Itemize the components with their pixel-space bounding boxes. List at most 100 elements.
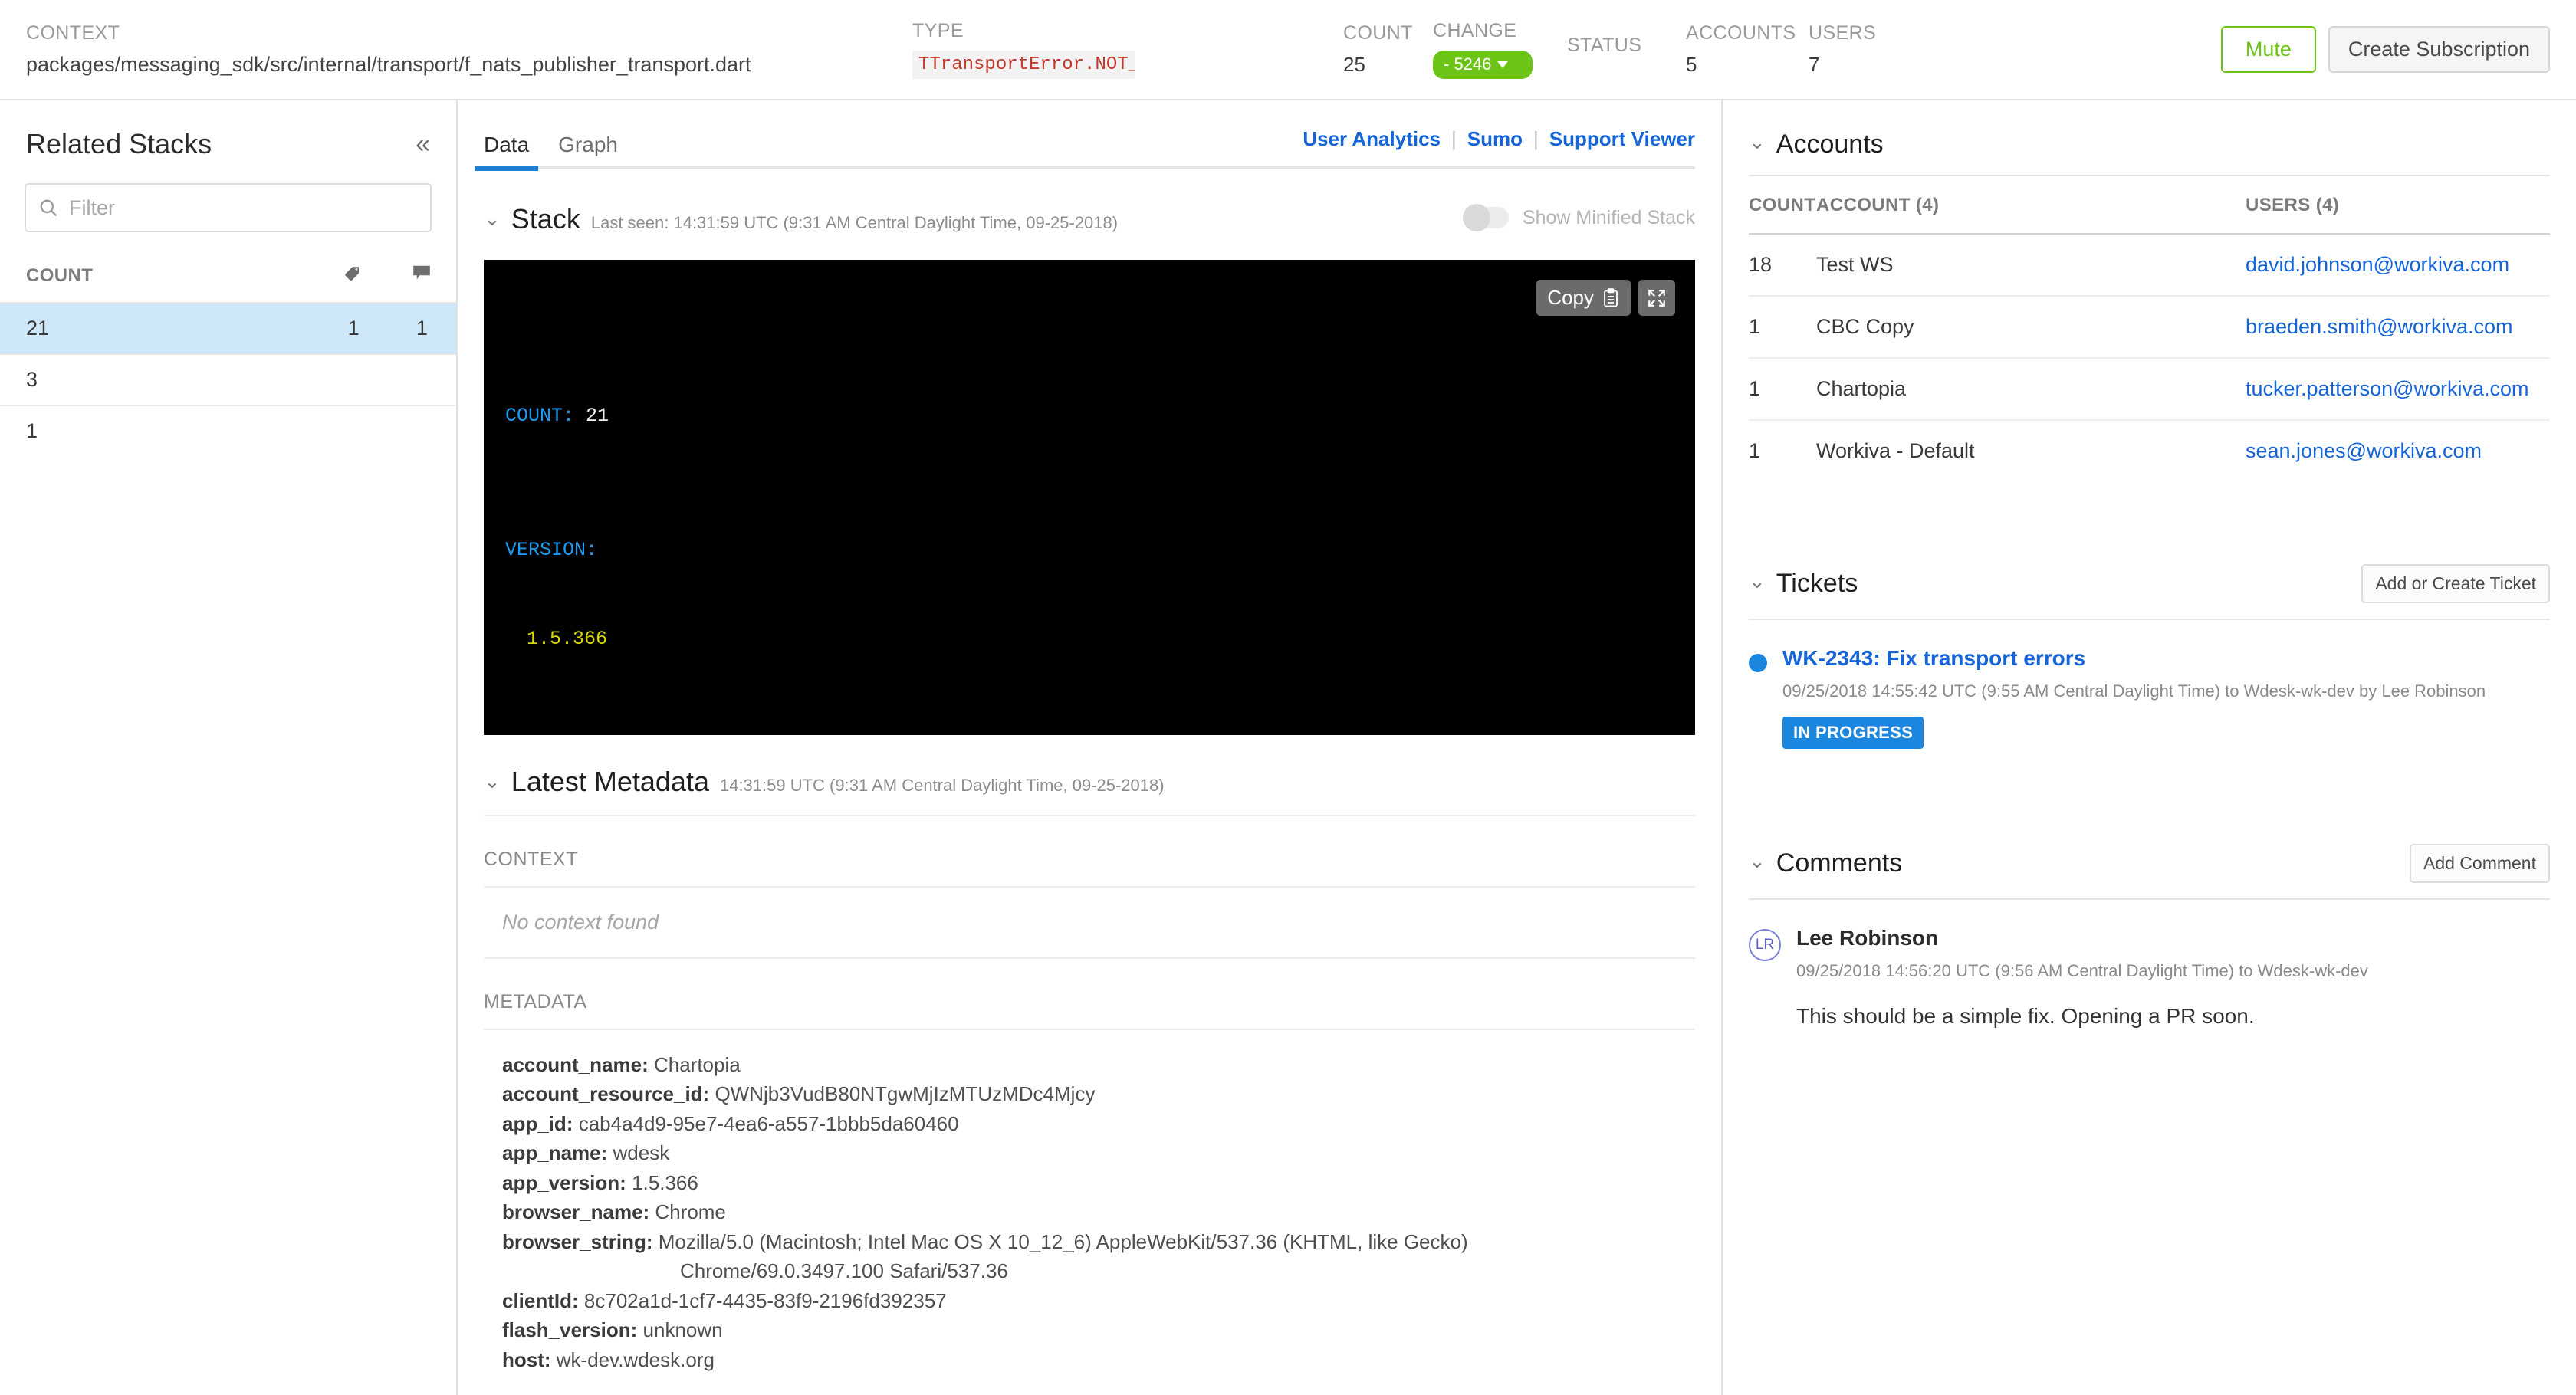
metadata-value: wk-dev.wdesk.org [556, 1347, 715, 1371]
context-subsection-label: CONTEXT [484, 848, 578, 870]
right-panel: ⌄ Accounts COUNT ACCOUNT (4) USERS (4) 1… [1723, 100, 2576, 1395]
related-stacks-table: COUNT 21 1 1 3 1 [0, 263, 456, 456]
link-support-viewer[interactable]: Support Viewer [1549, 127, 1695, 151]
row-tags [319, 405, 388, 456]
chevron-down-icon[interactable]: ⌄ [1749, 851, 1766, 871]
count-value: 25 [1343, 53, 1365, 76]
link-user-analytics[interactable]: User Analytics [1303, 127, 1441, 151]
user-email-link[interactable]: sean.jones@workiva.com [2246, 439, 2482, 462]
metadata-value: Mozilla/5.0 (Macintosh; Intel Mac OS X 1… [658, 1229, 1468, 1253]
terminal-count-key: COUNT: [505, 405, 575, 427]
filter-box[interactable] [25, 183, 432, 232]
user-email-link[interactable]: tucker.patterson@workiva.com [2246, 377, 2529, 400]
column-header-comments[interactable] [388, 263, 456, 303]
chevron-double-left-icon[interactable]: « [416, 131, 430, 157]
column-header-tags[interactable] [319, 263, 387, 303]
metadata-key: app_version: [502, 1170, 626, 1194]
tab-data[interactable]: Data [474, 133, 539, 171]
column-header-users: USERS (4) [2246, 176, 2550, 235]
row-count: 3 [0, 353, 320, 405]
metadata-item: app_version: 1.5.366 [502, 1168, 1695, 1197]
metadata-item: browser_name: Chrome [502, 1197, 1695, 1226]
type-value-chip[interactable]: TTransportError.NOT_OPEN - ... [912, 51, 1135, 79]
type-label: TYPE [912, 20, 964, 41]
chevron-down-icon[interactable]: ⌄ [1749, 132, 1766, 152]
create-subscription-button[interactable]: Create Subscription [2328, 26, 2550, 73]
terminal-version-key: VERSION: [505, 539, 598, 561]
add-comment-button[interactable]: Add Comment [2409, 844, 2550, 883]
latest-metadata-title: Latest Metadata [511, 766, 709, 797]
change-value: - 5246 [1444, 54, 1492, 74]
column-header-count[interactable]: COUNT [0, 263, 319, 303]
row-tags [319, 353, 388, 405]
link-sumo[interactable]: Sumo [1467, 127, 1523, 151]
account-count: 1 [1749, 358, 1816, 421]
metadata-value: QWNjb3VudB80NTgwMjIzMTUzMDc4Mjcy [715, 1082, 1096, 1106]
mute-button[interactable]: Mute [2220, 26, 2316, 73]
status-badge: IN PROGRESS [1783, 717, 1924, 749]
metadata-value: Chartopia [653, 1053, 741, 1076]
stack-terminal[interactable]: Copy COUNT: 21 VERSION: 1.5.366 [484, 260, 1695, 735]
account-count: 18 [1749, 234, 1816, 297]
change-badge[interactable]: - 5246 [1433, 51, 1533, 79]
comment-icon [412, 263, 432, 288]
copy-button[interactable]: Copy [1536, 280, 1631, 316]
accounts-section-header: ⌄ Accounts [1749, 100, 2550, 176]
metadata-item: app_id: cab4a4d9-95e7-4ea6-a557-1bbb5da6… [502, 1109, 1695, 1138]
row-comments [387, 353, 456, 405]
column-header-account: ACCOUNT (4) [1816, 176, 2246, 235]
context-value: packages/messaging_sdk/src/internal/tran… [26, 53, 751, 76]
users-value: 7 [1809, 53, 1820, 76]
user-email-link[interactable]: braeden.smith@workiva.com [2246, 315, 2513, 338]
status-label: STATUS [1567, 34, 1642, 56]
chevron-down-icon [1497, 61, 1509, 68]
terminal-count-value: 21 [586, 405, 610, 427]
table-header-row: COUNT [0, 263, 456, 303]
table-row[interactable]: 3 [0, 353, 456, 405]
terminal-count-line: COUNT: 21 [505, 402, 1674, 432]
metadata-key: browser_name: [502, 1200, 650, 1224]
metadata-value: Chrome [655, 1200, 726, 1224]
table-row[interactable]: 21 1 1 [0, 302, 456, 354]
terminal-actions: Copy [1536, 280, 1675, 316]
accounts-tbody: 18 Test WS david.johnson@workiva.com 1 C… [1749, 234, 2550, 481]
show-minified-stack-toggle[interactable] [1462, 204, 1509, 231]
header-actions: Mute Create Subscription [2220, 26, 2550, 73]
metadata-value: cab4a4d9-95e7-4ea6-a557-1bbb5da60460 [578, 1111, 959, 1135]
row-tags: 1 [319, 302, 388, 354]
comment-body-wrap: Lee Robinson 09/25/2018 14:56:20 UTC (9:… [1796, 926, 2368, 1029]
chevron-down-icon[interactable]: ⌄ [484, 208, 501, 228]
latest-metadata-header: ⌄ Latest Metadata 14:31:59 UTC (9:31 AM … [484, 735, 1695, 816]
add-or-create-ticket-button[interactable]: Add or Create Ticket [2361, 564, 2550, 603]
sidebar-title: Related Stacks [26, 128, 212, 159]
context-empty-message: No context found [502, 911, 659, 934]
tab-strip: Data Graph [474, 133, 618, 171]
users-label: USERS [1809, 22, 1877, 44]
header-stat-users: USERS 7 [1809, 22, 1924, 77]
copy-button-label: Copy [1547, 286, 1594, 309]
ticket-title-link[interactable]: WK-2343: Fix transport errors [1783, 646, 2085, 670]
metadata-item: clientId: 8c702a1d-1cf7-4435-83f9-2196fd… [502, 1286, 1695, 1315]
stack-section-header: ⌄ Stack Last seen: 14:31:59 UTC (9:31 AM… [484, 169, 1695, 235]
expand-button[interactable] [1638, 280, 1675, 316]
tag-icon [343, 263, 363, 288]
accounts-thead: COUNT ACCOUNT (4) USERS (4) [1749, 176, 2550, 235]
table-row[interactable]: 1 [0, 405, 456, 456]
chevron-down-icon[interactable]: ⌄ [484, 771, 501, 791]
comment-author: Lee Robinson [1796, 926, 1939, 950]
metadata-item: browser_string: Mozilla/5.0 (Macintosh; … [502, 1227, 1695, 1256]
table-row: 1 Chartopia tucker.patterson@workiva.com [1749, 358, 2550, 421]
row-comments: 1 [387, 302, 456, 354]
center-panel: Data Graph User Analytics | Sumo | Suppo… [458, 100, 1723, 1395]
account-name: Chartopia [1816, 358, 2246, 421]
chevron-down-icon[interactable]: ⌄ [1749, 571, 1766, 591]
user-email-link[interactable]: david.johnson@workiva.com [2246, 253, 2509, 276]
tab-graph[interactable]: Graph [558, 133, 618, 169]
comment-text: This should be a simple fix. Opening a P… [1796, 1004, 2255, 1028]
related-stacks-sidebar: Related Stacks « COUNT [0, 100, 458, 1395]
metadata-key: host: [502, 1347, 551, 1371]
filter-input[interactable] [69, 195, 418, 220]
link-separator: | [1451, 127, 1457, 150]
quick-links: User Analytics | Sumo | Support Viewer [1303, 127, 1695, 169]
header-stat-change: CHANGE - 5246 [1433, 20, 1533, 79]
